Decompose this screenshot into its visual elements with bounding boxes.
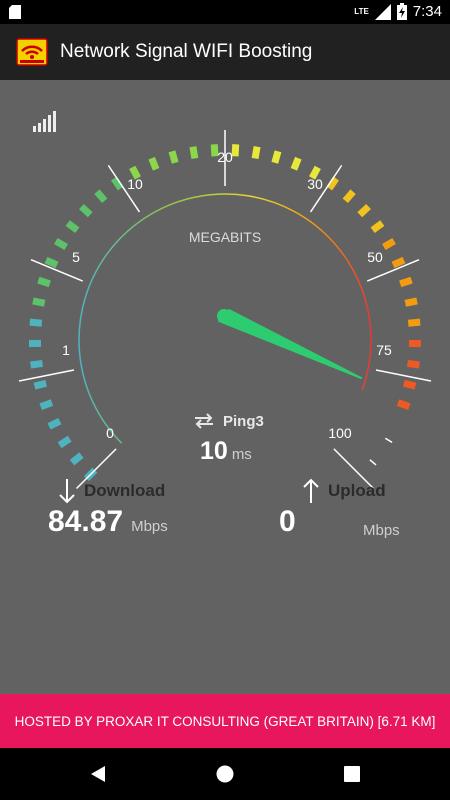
gauge-segment [403, 379, 417, 390]
download-arrow-icon [59, 479, 75, 504]
upload-value: 0 [279, 505, 296, 538]
gauge-segment [404, 297, 418, 307]
swap-arrows-icon [195, 413, 213, 429]
gauge-segment [251, 146, 261, 160]
gauge-segment [370, 220, 385, 234]
gauge-segment [44, 256, 59, 269]
scale-label-10: 10 [127, 176, 143, 192]
status-bar: LTE 7:34 [0, 0, 450, 24]
scale-label-30: 30 [307, 176, 323, 192]
download-result: 84.87 Mbps [48, 505, 168, 539]
battery-charging-icon [396, 3, 407, 20]
gauge-minor-tick [384, 437, 393, 444]
recents-button[interactable] [340, 762, 364, 786]
ping-value: 10 [200, 437, 228, 465]
upload-label: Upload [328, 481, 386, 500]
gauge-segment [290, 156, 302, 171]
scale-label-50: 50 [367, 249, 383, 265]
upload-arrow-icon [303, 478, 319, 503]
app-bar: Network Signal WIFI Boosting [0, 24, 450, 80]
download-label: Download [84, 481, 166, 500]
gauge-segment [65, 220, 80, 234]
gauge-segment [57, 435, 72, 449]
gauge-segment [396, 399, 411, 410]
gauge-segment [32, 297, 46, 307]
server-host-banner[interactable]: HOSTED BY PROXAR IT CONSULTING (GREAT BR… [0, 694, 450, 748]
ping-label: Ping3 [223, 412, 264, 430]
download-unit: Mbps [131, 518, 168, 535]
gauge-segment [168, 150, 179, 164]
gauge-segment [357, 203, 371, 218]
gauge-segment [69, 452, 84, 466]
scale-label-100: 100 [328, 425, 352, 441]
ping-unit: ms [231, 446, 252, 463]
gauge-segment [189, 146, 199, 160]
gauge-segment [54, 237, 68, 251]
clock: 7:34 [412, 3, 442, 20]
download-value: 84.87 [48, 505, 124, 538]
gauge-segment [39, 399, 54, 410]
gauge-minor-tick [369, 459, 377, 466]
server-host-text: HOSTED BY PROXAR IT CONSULTING (GREAT BR… [14, 713, 436, 729]
navigation-bar [0, 748, 450, 800]
gauge-segment [382, 237, 396, 251]
gauge-segment [407, 318, 421, 327]
gauge-segment [29, 318, 43, 327]
home-circle-icon [216, 765, 234, 783]
scale-label-75: 75 [376, 342, 392, 358]
gauge-segment [37, 276, 51, 288]
cell-signal-icon [374, 3, 391, 20]
gauge-segment [210, 144, 219, 157]
upload-unit: Mbps [363, 522, 400, 539]
scale-label-5: 5 [72, 249, 80, 265]
ping-result: 10 ms [200, 437, 252, 466]
home-button[interactable] [213, 762, 237, 786]
gauge-segment [342, 189, 356, 204]
recents-square-icon [344, 766, 360, 782]
wifi-booster-logo-icon [16, 38, 48, 66]
gauge-segment [231, 144, 240, 157]
back-triangle-icon [91, 766, 105, 782]
gauge-major-tick [18, 369, 75, 382]
upload-result: 0 [279, 505, 296, 539]
scale-label-1: 1 [62, 342, 70, 358]
gauge-needle [218, 309, 362, 379]
gauge-segment [407, 359, 420, 369]
back-button[interactable] [86, 762, 110, 786]
gauge-segment [33, 379, 47, 390]
gauge-segment [148, 156, 160, 171]
upload-header: Upload [302, 478, 386, 504]
unit-label: MEGABITS [189, 229, 261, 245]
ping-header: Ping3 [193, 412, 264, 430]
gauge-segment [47, 417, 62, 430]
gauge-segment [271, 150, 282, 164]
gauge-segment [94, 189, 108, 204]
gauge-segment [391, 256, 406, 269]
gauge-major-tick [375, 369, 432, 382]
needle-hub [217, 309, 231, 323]
gauge-segment [79, 203, 93, 218]
app-title: Network Signal WIFI Boosting [60, 41, 313, 62]
scale-label-20: 20 [217, 149, 233, 165]
scale-label-0: 0 [106, 425, 114, 441]
sd-card-icon [9, 5, 21, 24]
download-header: Download [58, 478, 165, 504]
lte-label: LTE [354, 7, 369, 16]
gauge-segment [30, 359, 43, 369]
gauge-segment [399, 276, 413, 288]
